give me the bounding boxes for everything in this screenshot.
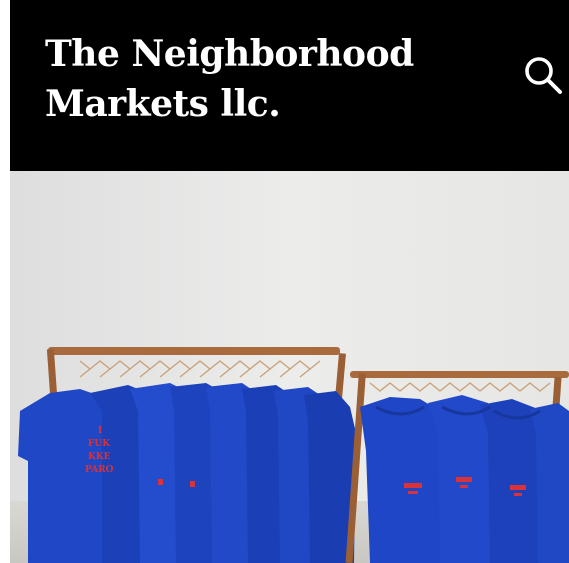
shirt-print-line-4: PARO	[85, 465, 114, 475]
hero-photo-clothing-rack: I FUK KKE PARO	[10, 171, 569, 563]
shirt-print-line-1: I	[98, 426, 102, 436]
shirt-print-line-2: FUK	[88, 439, 111, 449]
site-header: The Neighborhood Markets llc.	[10, 0, 569, 171]
search-button[interactable]	[522, 54, 566, 98]
hero-image: I FUK KKE PARO	[10, 171, 569, 563]
site-title-line-1: The Neighborhood	[45, 33, 414, 75]
page: The Neighborhood Markets llc. I FUK KKE …	[0, 0, 569, 563]
shirt-print-line-3: KKE	[88, 452, 111, 462]
site-title[interactable]: The Neighborhood Markets llc.	[45, 29, 445, 129]
search-icon	[525, 57, 562, 94]
site-title-line-2: Markets llc.	[45, 83, 281, 125]
